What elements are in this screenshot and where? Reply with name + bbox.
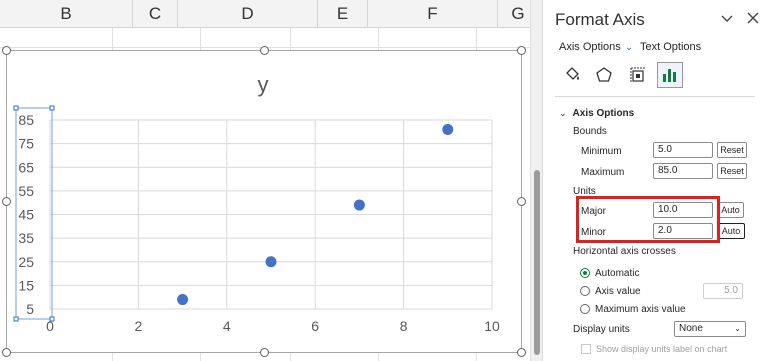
y-axis-handle-top[interactable]	[13, 105, 19, 111]
y-tick-label: 65	[18, 159, 34, 175]
axis-value-input[interactable]: 5.0	[703, 283, 743, 299]
y-tick-label: 55	[18, 183, 34, 199]
x-tick-label: 10	[484, 318, 500, 334]
chevron-down-icon: ⌄	[624, 42, 634, 53]
x-tick-label: 6	[311, 318, 319, 334]
chart-resize-handle[interactable]	[517, 197, 526, 206]
maximum-reset-button[interactable]: Reset	[717, 163, 747, 179]
divider	[555, 96, 755, 97]
display-units-label: Display units	[573, 324, 630, 335]
axis-value-label[interactable]: Axis value	[595, 286, 641, 297]
chart-resize-handle[interactable]	[2, 197, 11, 206]
maximum-axis-value-radio[interactable]	[580, 304, 590, 314]
chart-resize-handle[interactable]	[517, 348, 526, 357]
minimum-reset-button[interactable]: Reset	[717, 142, 747, 158]
data-point[interactable]	[177, 294, 189, 306]
pane-title: Format Axis	[555, 10, 645, 29]
column-header-f[interactable]: F	[368, 0, 498, 28]
close-icon[interactable]	[745, 10, 761, 26]
y-tick-label: 45	[18, 207, 34, 223]
chevron-down-icon: ⌄	[734, 324, 741, 333]
format-axis-pane: Format Axis Axis Options ⌄ Text Options ⌄…	[542, 0, 768, 361]
y-tick-label: 75	[18, 136, 34, 152]
tab-text-options[interactable]: Text Options	[640, 41, 701, 53]
y-tick-label: 85	[18, 112, 34, 128]
chevron-down-icon: ⌄	[559, 108, 567, 118]
axis-value-radio[interactable]	[580, 286, 590, 296]
y-tick-label: 5	[26, 301, 34, 317]
automatic-label[interactable]: Automatic	[595, 268, 639, 279]
maximum-label: Maximum	[581, 167, 625, 178]
y-axis-handle-bottom-right[interactable]	[49, 316, 55, 322]
minimum-input[interactable]: 5.0	[653, 142, 713, 158]
y-tick-label: 25	[18, 254, 34, 270]
display-units-value: None	[679, 323, 703, 334]
show-units-label-text[interactable]: Show display units label on chart	[596, 344, 727, 354]
bounds-label: Bounds	[573, 126, 607, 137]
minor-auto-button[interactable]: Auto	[717, 223, 745, 239]
data-point[interactable]	[265, 256, 277, 268]
y-tick-label: 35	[18, 230, 34, 246]
column-header-d[interactable]: D	[178, 0, 318, 28]
data-point[interactable]	[442, 123, 454, 135]
display-units-dropdown[interactable]: None ⌄	[674, 321, 746, 337]
column-headers: B C D E F G	[0, 0, 530, 28]
axis-options-icon[interactable]	[657, 62, 683, 88]
y-axis-tick-labels: 85 75 65 55 45 35 25 15 5	[18, 112, 34, 317]
scrollbar-thumb[interactable]	[534, 170, 540, 355]
chart-resize-handle[interactable]	[260, 46, 269, 55]
chart-resize-handle[interactable]	[260, 348, 269, 357]
horizontal-axis-crosses-label: Horizontal axis crosses	[573, 246, 676, 257]
chart-resize-handle[interactable]	[2, 348, 11, 357]
automatic-radio[interactable]	[580, 268, 590, 278]
column-header-b[interactable]: B	[0, 0, 133, 28]
chart-title[interactable]: y	[258, 72, 269, 97]
units-highlight-annotation	[576, 196, 720, 243]
chart-resize-handle[interactable]	[2, 46, 11, 55]
maximum-axis-value-label[interactable]: Maximum axis value	[595, 304, 686, 315]
column-header-e[interactable]: E	[318, 0, 368, 28]
major-auto-button[interactable]: Auto	[717, 202, 744, 218]
size-properties-icon[interactable]	[625, 62, 651, 88]
effects-icon[interactable]	[591, 62, 617, 88]
y-axis-handle-top-right[interactable]	[49, 105, 55, 111]
x-tick-label: 2	[135, 318, 143, 334]
chart-resize-handle[interactable]	[517, 46, 526, 55]
scatter-chart[interactable]: 85756555453525155 0 2 4 6 8 10 y	[6, 50, 522, 353]
y-axis-handle-bottom[interactable]	[13, 316, 19, 322]
column-header-c[interactable]: C	[133, 0, 178, 28]
plot-gridlines	[49, 119, 493, 310]
tab-axis-options[interactable]: Axis Options ⌄	[559, 41, 633, 53]
x-axis-tick-labels: 0 2 4 6 8 10	[46, 318, 500, 334]
axis-options-section-header[interactable]: ⌄ Axis Options	[559, 108, 634, 119]
tab-label: Axis Options	[559, 41, 621, 53]
x-tick-label: 8	[400, 318, 408, 334]
show-units-label-checkbox[interactable]	[581, 344, 591, 354]
y-tick-label: 15	[18, 277, 34, 293]
maximum-input[interactable]: 85.0	[653, 163, 713, 179]
sheet-scrollbar[interactable]	[530, 0, 542, 361]
chevron-down-icon[interactable]	[719, 10, 735, 26]
section-title: Axis Options	[572, 108, 635, 119]
fill-line-icon[interactable]	[559, 62, 585, 88]
minimum-label: Minimum	[581, 146, 622, 157]
data-point[interactable]	[353, 199, 365, 211]
x-tick-label: 4	[223, 318, 231, 334]
